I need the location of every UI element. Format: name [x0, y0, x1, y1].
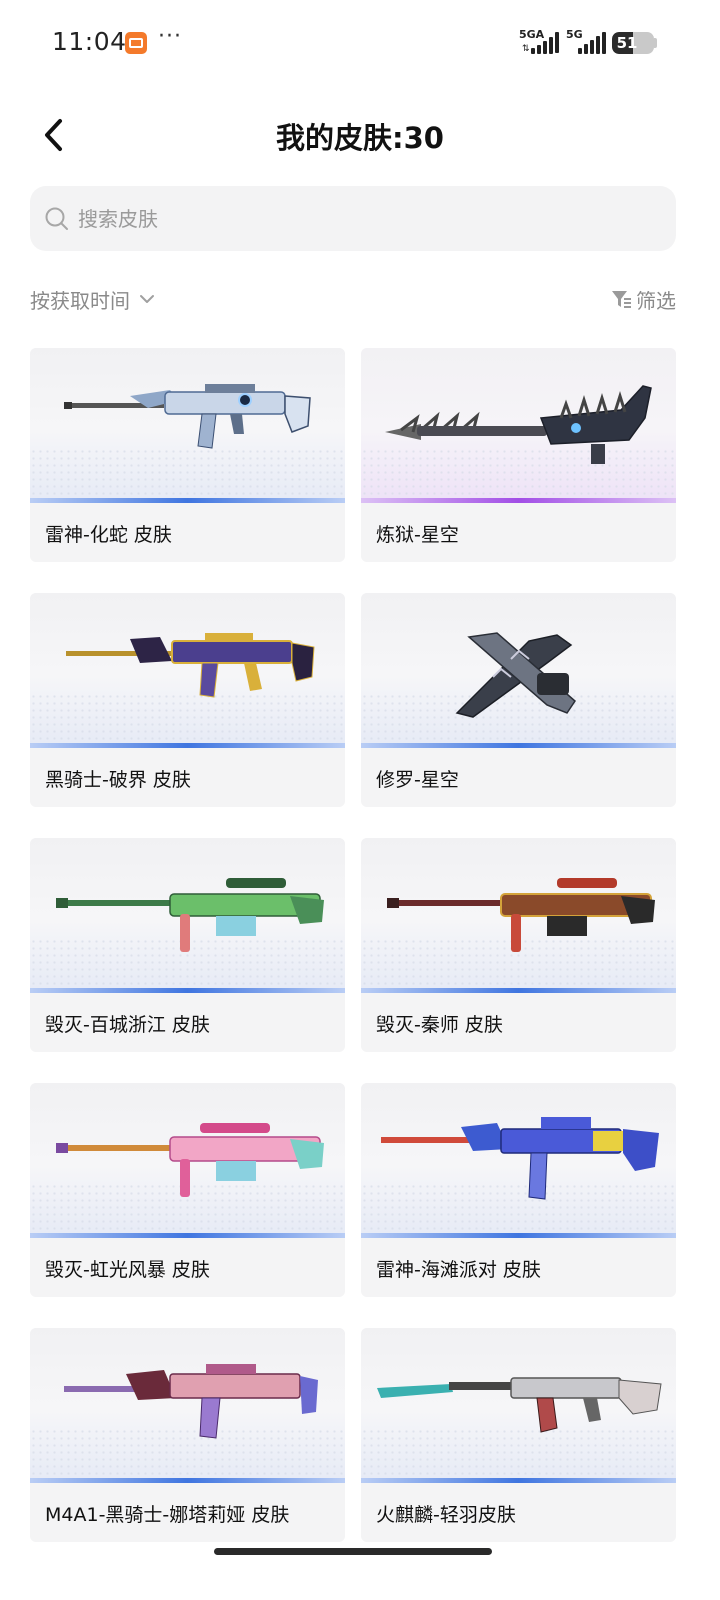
rarity-bar: [30, 498, 345, 503]
rarity-bar: [361, 1478, 676, 1483]
search-icon: [45, 207, 68, 230]
rarity-bar: [361, 743, 676, 748]
skin-image: [361, 348, 676, 498]
skin-image: [30, 348, 345, 498]
rarity-bar: [30, 1478, 345, 1483]
page-title: 我的皮肤:30: [276, 121, 444, 155]
skin-card[interactable]: 雷神-化蛇 皮肤: [30, 348, 345, 562]
battery-icon: 51: [612, 32, 654, 54]
skin-name: 毁灭-百城浙江 皮肤: [45, 1014, 210, 1036]
skin-card[interactable]: 毁灭-虹光风暴 皮肤: [30, 1083, 345, 1297]
search-bar[interactable]: [30, 186, 676, 251]
rarity-bar: [30, 743, 345, 748]
skin-image: [30, 593, 345, 743]
skin-image: [30, 838, 345, 988]
skin-image: [361, 1083, 676, 1233]
filter-icon: [612, 291, 631, 308]
skin-name: 雷神-化蛇 皮肤: [45, 524, 172, 546]
skin-image: [361, 1328, 676, 1478]
rifle-image: [381, 1117, 659, 1200]
rifle-image: [64, 1364, 318, 1439]
skin-card[interactable]: 毁灭-百城浙江 皮肤: [30, 838, 345, 1052]
dual-blades-image: [455, 632, 576, 718]
app-notification-icon: [125, 32, 147, 54]
filter-button[interactable]: 筛选: [610, 284, 676, 314]
skin-name: 炼狱-星空: [376, 524, 459, 546]
skin-card[interactable]: M4A1-黑骑士-娜塔莉娅 皮肤: [30, 1328, 345, 1542]
rifle-image: [66, 633, 315, 698]
rarity-bar: [361, 1233, 676, 1238]
skin-name: 火麒麟-轻羽皮肤: [376, 1504, 516, 1526]
filter-label: 筛选: [636, 288, 676, 313]
skin-name: M4A1-黑骑士-娜塔莉娅 皮肤: [45, 1504, 290, 1526]
rarity-bar: [361, 498, 676, 503]
skin-name: 修罗-星空: [376, 769, 459, 791]
skin-name: 黑骑士-破界 皮肤: [45, 769, 191, 791]
skin-card[interactable]: 雷神-海滩派对 皮肤: [361, 1083, 676, 1297]
sniper-rifle-image: [56, 878, 324, 952]
skin-card[interactable]: 毁灭-秦师 皮肤: [361, 838, 676, 1052]
rarity-bar: [361, 988, 676, 993]
more-notifications-icon: ···: [158, 24, 182, 49]
battery-level: 51: [616, 34, 638, 52]
status-time: 11:04: [52, 27, 127, 56]
rarity-bar: [30, 1233, 345, 1238]
skin-image: [361, 593, 676, 743]
search-input[interactable]: [76, 194, 640, 244]
rifle-image: [377, 1377, 662, 1433]
sort-dropdown[interactable]: 按获取时间: [30, 284, 156, 314]
sniper-rifle-image: [387, 878, 655, 952]
sort-label: 按获取时间: [30, 288, 130, 313]
battery-cap: [654, 38, 657, 48]
skin-card[interactable]: 火麒麟-轻羽皮肤: [361, 1328, 676, 1542]
flamethrower-image: [385, 385, 652, 464]
skin-name: 毁灭-虹光风暴 皮肤: [45, 1259, 210, 1281]
skin-name: 雷神-海滩派对 皮肤: [376, 1259, 541, 1281]
chevron-down-icon: [140, 295, 154, 303]
status-bar: 11:04 ··· 5GA ⇅ 5G 51: [0, 0, 720, 86]
skin-name: 毁灭-秦师 皮肤: [376, 1014, 503, 1036]
rifle-image: [64, 384, 311, 449]
home-indicator[interactable]: [214, 1548, 492, 1555]
skin-image: [30, 1083, 345, 1233]
skin-card[interactable]: 黑骑士-破界 皮肤: [30, 593, 345, 807]
skin-image: [361, 838, 676, 988]
skin-card[interactable]: 修罗-星空: [361, 593, 676, 807]
skin-card[interactable]: 炼狱-星空: [361, 348, 676, 562]
rarity-bar: [30, 988, 345, 993]
skin-image: [30, 1328, 345, 1478]
sniper-rifle-image: [56, 1123, 324, 1197]
